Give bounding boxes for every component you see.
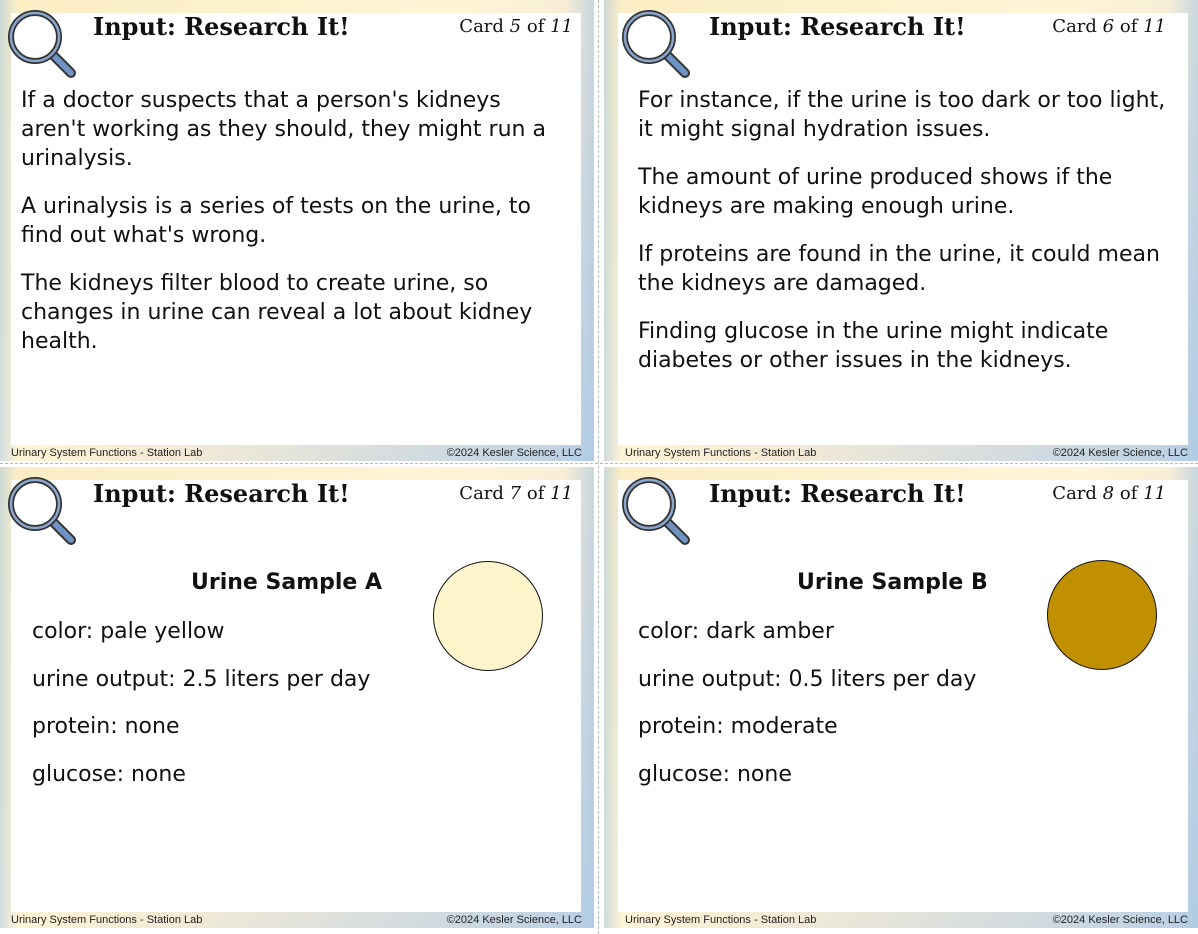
card-title: Input: Research It! xyxy=(93,479,350,508)
property-line: glucose: none xyxy=(32,761,186,787)
card-footer: Urinary System Functions - Station Lab ©… xyxy=(0,445,594,461)
card-number: Card 8 of 11 xyxy=(1052,483,1166,504)
property-line: urine output: 2.5 liters per day xyxy=(32,666,371,692)
card-number: Card 7 of 11 xyxy=(459,483,573,504)
property-line: urine output: 0.5 liters per day xyxy=(638,666,977,692)
card-body: For instance, if the urine is too dark o… xyxy=(638,86,1173,394)
footer-copyright: ©2024 Kesler Science, LLC xyxy=(446,914,582,926)
property-line: glucose: none xyxy=(638,761,792,787)
card-body: If a doctor suspects that a person's kid… xyxy=(21,86,556,375)
paragraph: If proteins are found in the urine, it c… xyxy=(638,242,1160,296)
sample-title: Urine Sample B xyxy=(797,570,988,595)
paragraph: A urinalysis is a series of tests on the… xyxy=(21,194,531,248)
cut-line-horizontal xyxy=(0,463,1198,464)
paragraph: For instance, if the urine is too dark o… xyxy=(638,88,1166,142)
card-footer: Urinary System Functions - Station Lab ©… xyxy=(604,445,1198,461)
sample-properties: color: dark amber urine output: 0.5 lite… xyxy=(638,617,976,807)
footer-copyright: ©2024 Kesler Science, LLC xyxy=(1052,914,1188,926)
property-line: protein: none xyxy=(32,714,180,739)
property-line: color: dark amber xyxy=(638,619,834,644)
sample-color-swatch xyxy=(433,561,543,671)
footer-title: Urinary System Functions - Station Lab xyxy=(625,447,817,459)
paragraph: The amount of urine produced shows if th… xyxy=(638,165,1113,219)
footer-copyright: ©2024 Kesler Science, LLC xyxy=(1052,447,1188,459)
footer-title: Urinary System Functions - Station Lab xyxy=(11,447,203,459)
card-footer: Urinary System Functions - Station Lab ©… xyxy=(0,912,594,928)
cut-line-vertical xyxy=(598,0,599,934)
magnifying-glass-icon xyxy=(8,10,76,78)
card-title: Input: Research It! xyxy=(709,479,966,508)
footer-title: Urinary System Functions - Station Lab xyxy=(625,914,817,926)
paragraph: The kidneys filter blood to create urine… xyxy=(21,271,533,354)
magnifying-glass-icon xyxy=(622,477,690,545)
property-line: color: pale yellow xyxy=(32,619,225,644)
sample-properties: color: pale yellow urine output: 2.5 lit… xyxy=(32,617,370,807)
card-5: Input: Research It! Card 5 of 11 If a do… xyxy=(0,0,594,461)
card-6: Input: Research It! Card 6 of 11 For ins… xyxy=(604,0,1198,461)
card-number: Card 6 of 11 xyxy=(1052,16,1166,37)
paragraph: If a doctor suspects that a person's kid… xyxy=(21,88,546,171)
footer-title: Urinary System Functions - Station Lab xyxy=(11,914,203,926)
footer-copyright: ©2024 Kesler Science, LLC xyxy=(446,447,582,459)
card-8: Input: Research It! Card 8 of 11 Urine S… xyxy=(604,467,1198,928)
paragraph: Finding glucose in the urine might indic… xyxy=(638,319,1109,373)
card-title: Input: Research It! xyxy=(93,12,350,41)
magnifying-glass-icon xyxy=(8,477,76,545)
card-title: Input: Research It! xyxy=(709,12,966,41)
card-footer: Urinary System Functions - Station Lab ©… xyxy=(604,912,1198,928)
property-line: protein: moderate xyxy=(638,714,838,739)
card-7: Input: Research It! Card 7 of 11 Urine S… xyxy=(0,467,594,928)
sample-title: Urine Sample A xyxy=(191,570,383,595)
card-number: Card 5 of 11 xyxy=(459,16,573,37)
sample-color-swatch xyxy=(1047,560,1157,670)
magnifying-glass-icon xyxy=(622,10,690,78)
